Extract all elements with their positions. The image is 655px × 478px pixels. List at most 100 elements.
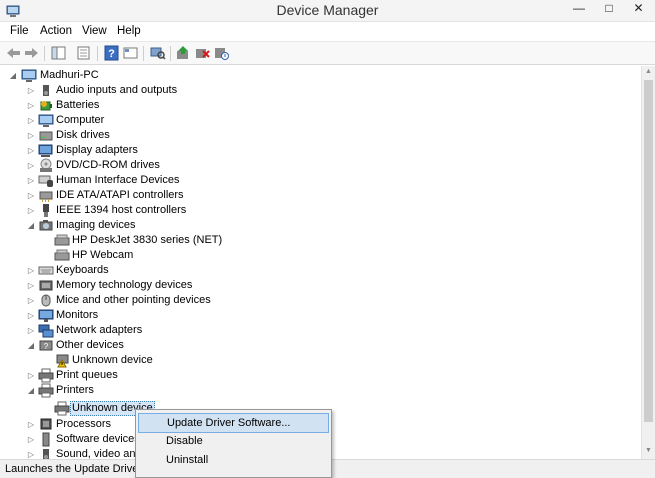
collapse-arrow-icon[interactable]: ◢	[26, 218, 36, 233]
menu-help[interactable]: Help	[117, 25, 141, 37]
disable-menu-item[interactable]: Disable	[138, 431, 329, 451]
tree-item-hp-webcam[interactable]: HP Webcam	[0, 248, 641, 263]
tree-item-computer[interactable]: ▷ Computer	[0, 113, 641, 128]
scan-hardware-icon[interactable]	[149, 45, 166, 61]
tree-item-monitors[interactable]: ▷ Monitors	[0, 308, 641, 323]
tree-item-hp-deskjet[interactable]: HP DeskJet 3830 series (NET)	[0, 233, 641, 248]
expand-arrow-icon[interactable]: ▷	[26, 188, 36, 203]
expand-arrow-icon[interactable]: ▷	[26, 447, 36, 459]
tree-item-imaging-devices[interactable]: ◢ Imaging devices	[0, 218, 641, 233]
scroll-up-icon[interactable]: ▲	[645, 68, 652, 75]
expand-arrow-icon[interactable]: ▷	[26, 158, 36, 173]
expand-arrow-icon[interactable]: ▷	[26, 263, 36, 278]
tree-item-label: Print queues	[56, 369, 118, 381]
tree-item-ide[interactable]: ▷ IDE ATA/ATAPI controllers	[0, 188, 641, 203]
tree-item-label: Display adapters	[56, 144, 138, 156]
tree-root-label: Madhuri-PC	[40, 69, 99, 81]
device-tree: ◢ Madhuri-PC ▷ Audio inputs and outputs …	[0, 66, 641, 459]
expand-arrow-icon[interactable]: ▷	[26, 203, 36, 218]
expand-arrow-icon[interactable]: ▷	[26, 98, 36, 113]
expand-arrow-icon[interactable]: ▷	[26, 432, 36, 447]
toolbar-separator	[97, 46, 98, 61]
expand-arrow-icon[interactable]: ▷	[26, 278, 36, 293]
maximize-button[interactable]: □	[596, 0, 622, 18]
speaker-icon	[43, 85, 49, 96]
tree-item-label: Printers	[56, 384, 94, 396]
expand-arrow-icon[interactable]: ▷	[26, 293, 36, 308]
tree-item-ieee1394[interactable]: ▷ IEEE 1394 host controllers	[0, 203, 641, 218]
console-tree-icon[interactable]	[50, 45, 67, 61]
tree-item-printers[interactable]: ◢ Printers	[0, 383, 641, 398]
expand-arrow-icon[interactable]: ▷	[26, 173, 36, 188]
menu-action[interactable]: Action	[40, 25, 72, 37]
computer-icon	[38, 114, 54, 127]
expand-arrow-icon[interactable]: ▷	[26, 417, 36, 432]
tree-item-label: Mice and other pointing devices	[56, 294, 211, 306]
expand-arrow-icon[interactable]: ▷	[26, 113, 36, 128]
expand-arrow-icon[interactable]: ▷	[26, 128, 36, 143]
collapse-arrow-icon[interactable]: ◢	[8, 68, 18, 83]
disable-icon[interactable]	[213, 45, 230, 61]
expand-arrow-icon[interactable]: ▷	[26, 308, 36, 323]
display-adapter-icon	[38, 144, 53, 157]
scrollbar-thumb[interactable]	[644, 80, 653, 422]
tree-item-hid[interactable]: ▷ Human Interface Devices	[0, 173, 641, 188]
disk-drive-icon	[39, 131, 53, 141]
tree-item-network[interactable]: ▷ Network adapters	[0, 323, 641, 338]
scroll-down-icon[interactable]: ▼	[645, 447, 652, 454]
window-title: Device Manager	[276, 2, 379, 18]
tree-item-label: Computer	[56, 114, 105, 126]
tree-item-audio[interactable]: ▷ Audio inputs and outputs	[0, 83, 641, 98]
minimize-button[interactable]: —	[566, 0, 592, 18]
printer-icon	[54, 401, 70, 416]
printer-icon	[38, 368, 54, 383]
tree-item-mice[interactable]: ▷ Mice and other pointing devices	[0, 293, 641, 308]
tree-item-print-queues[interactable]: ▷ Print queues	[0, 368, 641, 383]
expand-arrow-icon[interactable]: ▷	[26, 368, 36, 383]
help-icon[interactable]: ?	[103, 45, 120, 61]
uninstall-icon[interactable]	[194, 45, 211, 61]
toolbar-separator	[170, 46, 171, 61]
warning-device-icon	[56, 354, 69, 368]
tree-item-label: IEEE 1394 host controllers	[56, 204, 187, 216]
collapse-arrow-icon[interactable]: ◢	[26, 338, 36, 353]
tree-item-label: Audio inputs and outputs	[56, 84, 178, 96]
tree-item-disk-drives[interactable]: ▷ Disk drives	[0, 128, 641, 143]
tree-item-label: Disk drives	[56, 129, 110, 141]
update-driver-software-menu-item[interactable]: Update Driver Software...	[138, 413, 329, 433]
toolbar-separator	[143, 46, 144, 61]
tree-item-label: Processors	[56, 418, 112, 430]
network-adapter-icon	[38, 324, 54, 338]
printer-icon	[38, 383, 54, 398]
vertical-scrollbar[interactable]: ▲ ▼	[641, 66, 655, 459]
svg-text:?: ?	[108, 48, 115, 60]
uninstall-menu-item[interactable]: Uninstall	[138, 450, 329, 470]
close-button[interactable]: ✕	[622, 0, 655, 18]
expand-arrow-icon[interactable]: ▷	[26, 83, 36, 98]
tree-item-dvd-drives[interactable]: ▷ DVD/CD-ROM drives	[0, 158, 641, 173]
expand-arrow-icon[interactable]: ▷	[26, 143, 36, 158]
forward-icon[interactable]	[23, 45, 40, 61]
webcam-icon	[54, 249, 70, 261]
tree-item-display-adapters[interactable]: ▷ Display adapters	[0, 143, 641, 158]
expand-arrow-icon[interactable]: ▷	[26, 323, 36, 338]
tree-item-batteries[interactable]: ▷ Batteries	[0, 98, 641, 113]
collapse-arrow-icon[interactable]: ◢	[26, 383, 36, 398]
tree-item-label: HP Webcam	[72, 249, 134, 261]
tree-item-label: Human Interface Devices	[56, 174, 180, 186]
view-icon[interactable]	[122, 45, 139, 61]
tree-item-label: Software devices	[56, 433, 140, 445]
tree-item-keyboards[interactable]: ▷ Keyboards	[0, 263, 641, 278]
mouse-icon	[41, 294, 51, 307]
tree-item-other-devices[interactable]: ◢ ? Other devices	[0, 338, 641, 353]
tree-root[interactable]: ◢ Madhuri-PC	[0, 68, 641, 83]
update-driver-icon[interactable]	[175, 45, 192, 61]
menu-file[interactable]: File	[10, 25, 29, 37]
tree-item-unknown-device-other[interactable]: Unknown device	[0, 353, 641, 368]
menu-view[interactable]: View	[82, 25, 107, 37]
tree-item-label: Imaging devices	[56, 219, 136, 231]
tree-item-memory[interactable]: ▷ Memory technology devices	[0, 278, 641, 293]
properties-icon[interactable]	[75, 45, 92, 61]
tree-item-label: IDE ATA/ATAPI controllers	[56, 189, 184, 201]
back-icon[interactable]	[5, 45, 22, 61]
